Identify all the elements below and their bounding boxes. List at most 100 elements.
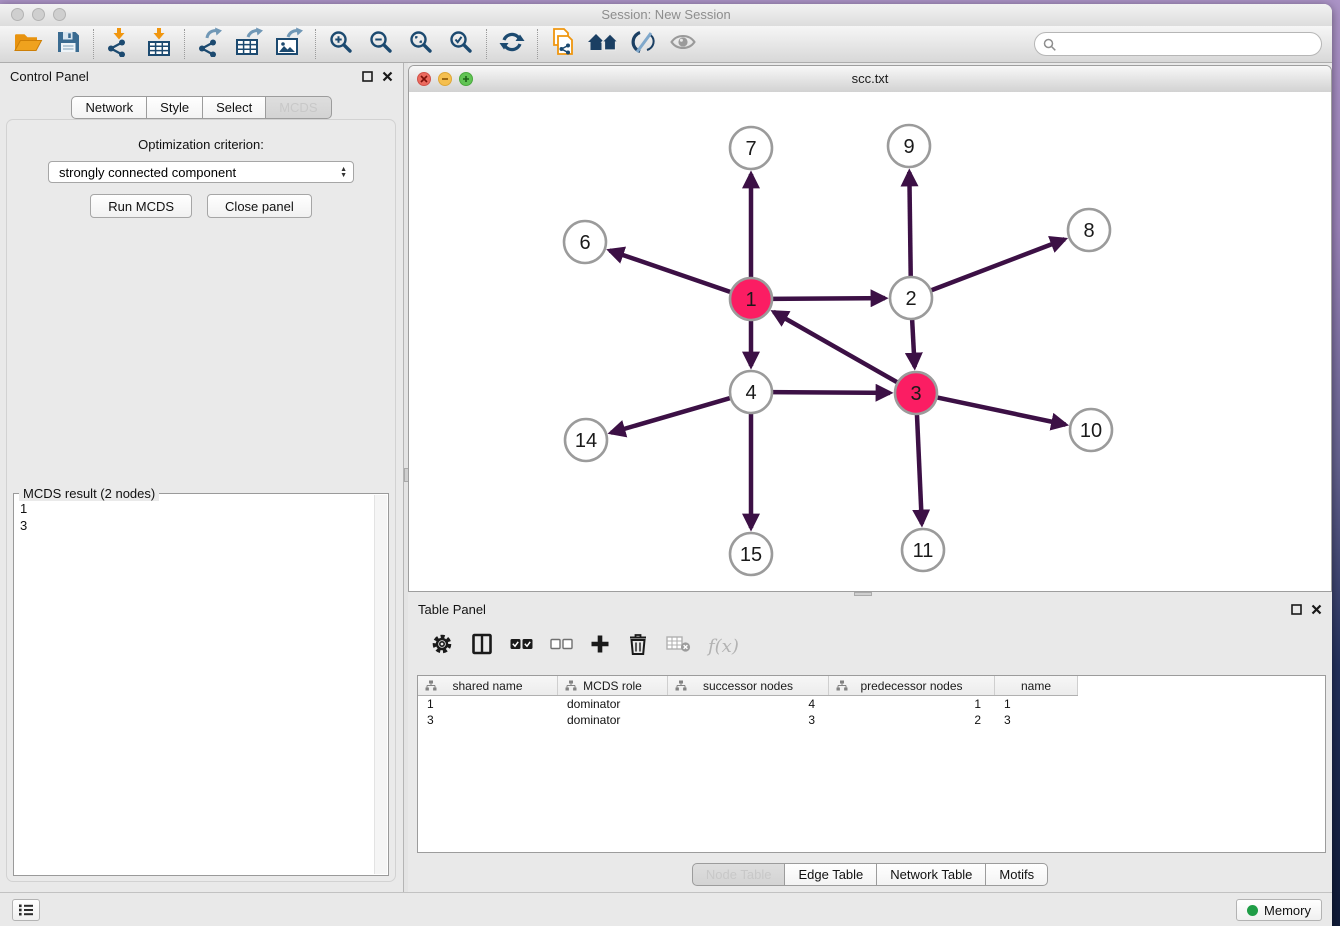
float-panel-icon[interactable] xyxy=(362,69,373,87)
graph-edge-3-1[interactable] xyxy=(774,312,900,384)
table-cell[interactable]: 2 xyxy=(829,712,995,728)
export-table-icon xyxy=(234,27,266,62)
graph-node-6[interactable]: 6 xyxy=(564,221,606,263)
table-cell[interactable]: 1 xyxy=(418,696,558,712)
minimize-network-icon[interactable] xyxy=(438,72,452,86)
export-table-button[interactable] xyxy=(230,28,270,61)
node-table[interactable]: shared nameMCDS rolesuccessor nodesprede… xyxy=(417,675,1326,853)
column-header-MCDS-role[interactable]: MCDS role xyxy=(558,676,668,695)
graph-edge-4-14[interactable] xyxy=(611,397,733,432)
graph-node-1[interactable]: 1 xyxy=(730,278,772,320)
graph-edge-1-2[interactable] xyxy=(770,298,885,299)
memory-button[interactable]: Memory xyxy=(1236,899,1322,921)
graph-edge-3-10[interactable] xyxy=(935,397,1066,425)
task-history-button[interactable] xyxy=(12,899,40,921)
column-header-name[interactable]: name xyxy=(995,676,1078,695)
column-header-shared-name[interactable]: shared name xyxy=(418,676,558,695)
new-network-from-selection-button[interactable] xyxy=(543,28,583,61)
zoom-out-button[interactable] xyxy=(361,28,401,61)
main-titlebar: Session: New Session xyxy=(0,4,1332,27)
graph-svg[interactable]: 7 9 6 8 1 2 4 3 14 10 15 11 xyxy=(409,92,1331,591)
graph-node-15[interactable]: 15 xyxy=(730,533,772,575)
zoom-selected-button[interactable] xyxy=(441,28,481,61)
graph-node-14[interactable]: 14 xyxy=(565,419,607,461)
minimize-window-icon[interactable] xyxy=(32,8,45,21)
graph-node-7[interactable]: 7 xyxy=(730,127,772,169)
graph-node-9[interactable]: 9 xyxy=(888,125,930,167)
run-mcds-button[interactable]: Run MCDS xyxy=(90,194,192,218)
network-canvas[interactable]: 7 9 6 8 1 2 4 3 14 10 15 11 xyxy=(409,92,1331,591)
table-row[interactable]: 1dominator411 xyxy=(418,696,1325,712)
export-image-button[interactable] xyxy=(270,28,310,61)
graph-edge-2-8[interactable] xyxy=(929,239,1065,291)
show-all-button[interactable] xyxy=(663,28,703,61)
gear-icon[interactable] xyxy=(430,632,454,661)
memory-label: Memory xyxy=(1264,903,1311,918)
export-network-button[interactable] xyxy=(190,28,230,61)
table-cell[interactable]: 3 xyxy=(418,712,558,728)
fit-content-button[interactable] xyxy=(401,28,441,61)
toolbar-separator xyxy=(537,29,538,59)
tab-network[interactable]: Network xyxy=(71,96,147,119)
close-network-icon[interactable] xyxy=(417,72,431,86)
floppy-disk-icon xyxy=(55,29,81,60)
table-cell[interactable]: 1 xyxy=(995,696,1078,712)
tab-node-table[interactable]: Node Table xyxy=(692,863,786,886)
tab-motifs[interactable]: Motifs xyxy=(985,863,1048,886)
column-header-predecessor-nodes[interactable]: predecessor nodes xyxy=(829,676,995,695)
search-field[interactable] xyxy=(1034,32,1322,56)
close-window-icon[interactable] xyxy=(11,8,24,21)
table-cell[interactable]: 4 xyxy=(668,696,829,712)
tab-edge-table[interactable]: Edge Table xyxy=(784,863,877,886)
graph-edge-1-6[interactable] xyxy=(610,250,733,292)
columns-icon[interactable] xyxy=(471,633,493,660)
close-panel-icon[interactable] xyxy=(1311,602,1322,620)
tab-select[interactable]: Select xyxy=(202,96,266,119)
table-cell[interactable]: dominator xyxy=(558,696,668,712)
graph-node-10[interactable]: 10 xyxy=(1070,409,1112,451)
network-window-titlebar[interactable]: scc.txt xyxy=(409,66,1331,93)
result-scrollbar[interactable] xyxy=(374,495,387,874)
tab-network-table[interactable]: Network Table xyxy=(876,863,986,886)
graph-node-4[interactable]: 4 xyxy=(730,371,772,413)
svg-text:14: 14 xyxy=(575,430,597,452)
close-panel-button[interactable]: Close panel xyxy=(207,194,312,218)
table-cell[interactable]: dominator xyxy=(558,712,668,728)
tab-style[interactable]: Style xyxy=(146,96,203,119)
mcds-result-box: MCDS result (2 nodes) 1 3 xyxy=(13,493,389,876)
close-panel-icon[interactable] xyxy=(382,69,393,87)
graph-edge-2-3[interactable] xyxy=(912,317,915,367)
search-input[interactable] xyxy=(1061,34,1315,56)
float-panel-icon[interactable] xyxy=(1291,602,1302,620)
table-cell[interactable]: 3 xyxy=(995,712,1078,728)
table-row[interactable]: 3dominator323 xyxy=(418,712,1325,728)
select-all-checkboxes-icon[interactable] xyxy=(510,637,533,655)
import-table-button[interactable] xyxy=(139,28,179,61)
show-hide-details-button[interactable] xyxy=(623,28,663,61)
import-network-button[interactable] xyxy=(99,28,139,61)
graph-edge-2-9[interactable] xyxy=(909,172,910,279)
graph-edge-3-11[interactable] xyxy=(917,412,922,524)
graph-node-2[interactable]: 2 xyxy=(890,277,932,319)
open-session-button[interactable] xyxy=(8,28,48,61)
first-neighbors-button[interactable] xyxy=(583,28,623,61)
table-cell[interactable]: 3 xyxy=(668,712,829,728)
add-column-icon[interactable] xyxy=(590,634,610,659)
graph-edge-4-3[interactable] xyxy=(770,392,890,393)
toolbar-separator xyxy=(486,29,487,59)
maximize-window-icon[interactable] xyxy=(53,8,66,21)
deselect-all-checkboxes-icon[interactable] xyxy=(550,637,573,655)
apply-layout-button[interactable] xyxy=(492,28,532,61)
table-cell[interactable]: 1 xyxy=(829,696,995,712)
graph-node-8[interactable]: 8 xyxy=(1068,209,1110,251)
zoom-network-icon[interactable] xyxy=(459,72,473,86)
graph-node-3[interactable]: 3 xyxy=(895,372,937,414)
graph-node-11[interactable]: 11 xyxy=(902,529,944,571)
delete-column-icon[interactable] xyxy=(627,632,649,661)
zoom-in-button[interactable] xyxy=(321,28,361,61)
save-session-button[interactable] xyxy=(48,28,88,61)
window-controls xyxy=(11,8,66,21)
criterion-dropdown[interactable]: strongly connected component ▲▼ xyxy=(48,161,354,183)
tab-mcds[interactable]: MCDS xyxy=(265,96,331,119)
column-header-successor-nodes[interactable]: successor nodes xyxy=(668,676,829,695)
